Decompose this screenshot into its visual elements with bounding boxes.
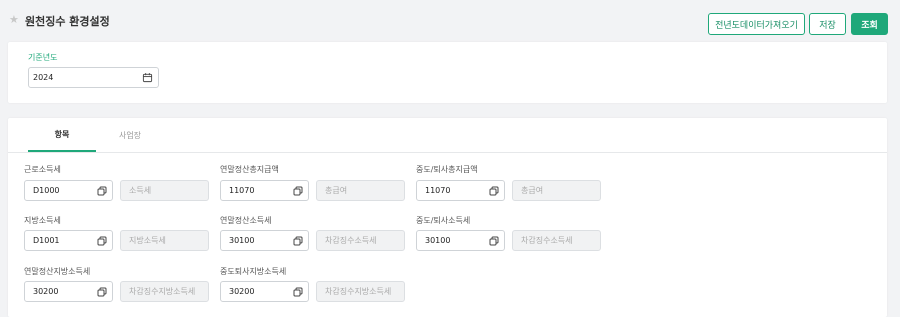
code-value: 30200 bbox=[229, 287, 255, 296]
copy-icon[interactable] bbox=[293, 236, 303, 246]
field-label-local-income-tax: 지방소득세 bbox=[24, 216, 61, 225]
code-value: 11070 bbox=[425, 186, 451, 195]
code-input-yearend-total-pay[interactable]: 11070 bbox=[220, 180, 309, 201]
code-input-yearend-local-income-tax[interactable]: 30200 bbox=[24, 281, 113, 302]
name-input-local-income-tax: 지방소득세 bbox=[120, 230, 209, 251]
copy-icon[interactable] bbox=[97, 186, 107, 196]
page-header: ★ 원천징수 환경설정 전년도데이터가져오기 저장 조회 bbox=[0, 0, 900, 42]
copy-icon[interactable] bbox=[97, 287, 107, 297]
code-value: 30200 bbox=[33, 287, 59, 296]
tab-workplace[interactable]: 사업장 bbox=[96, 118, 164, 152]
year-date-input[interactable]: 2024 bbox=[28, 67, 159, 88]
copy-icon[interactable] bbox=[293, 287, 303, 297]
code-value: D1000 bbox=[33, 186, 60, 195]
name-input-yearend-local-income-tax: 차감징수지방소득세 bbox=[120, 281, 209, 302]
search-button[interactable]: 조회 bbox=[851, 13, 888, 35]
field-label-earned-income-tax: 근로소득세 bbox=[24, 165, 61, 174]
save-button[interactable]: 저장 bbox=[809, 13, 846, 35]
field-label-midterm-local-income-tax: 중도퇴사지방소득세 bbox=[220, 267, 287, 276]
field-label-midterm-income-tax: 중도/퇴사소득세 bbox=[416, 216, 471, 225]
year-label: 기준년도 bbox=[28, 53, 58, 62]
code-input-midterm-local-income-tax[interactable]: 30200 bbox=[220, 281, 309, 302]
name-input-midterm-total-pay: 총급여 bbox=[512, 180, 601, 201]
field-label-midterm-total-pay: 중도/퇴사총지급액 bbox=[416, 165, 478, 174]
year-value: 2024 bbox=[33, 73, 54, 82]
field-label-yearend-total-pay: 연말정산총지급액 bbox=[220, 165, 279, 174]
calendar-icon[interactable] bbox=[142, 72, 153, 83]
code-value: D1001 bbox=[33, 236, 60, 245]
copy-icon[interactable] bbox=[489, 186, 499, 196]
page-title: 원천징수 환경설정 bbox=[25, 15, 110, 28]
code-value: 30100 bbox=[425, 236, 451, 245]
tab-divider bbox=[8, 152, 887, 153]
copy-icon[interactable] bbox=[489, 236, 499, 246]
copy-icon[interactable] bbox=[293, 186, 303, 196]
name-input-midterm-income-tax: 차감징수소득세 bbox=[512, 230, 601, 251]
code-input-midterm-income-tax[interactable]: 30100 bbox=[416, 230, 505, 251]
code-input-earned-income-tax[interactable]: D1000 bbox=[24, 180, 113, 201]
name-input-midterm-local-income-tax: 차감징수지방소득세 bbox=[316, 281, 405, 302]
code-input-yearend-income-tax[interactable]: 30100 bbox=[220, 230, 309, 251]
name-input-earned-income-tax: 소득세 bbox=[120, 180, 209, 201]
name-input-yearend-income-tax: 차감징수소득세 bbox=[316, 230, 405, 251]
code-value: 11070 bbox=[229, 186, 255, 195]
code-input-local-income-tax[interactable]: D1001 bbox=[24, 230, 113, 251]
code-input-midterm-total-pay[interactable]: 11070 bbox=[416, 180, 505, 201]
name-input-yearend-total-pay: 총급여 bbox=[316, 180, 405, 201]
fetch-previous-year-button[interactable]: 전년도데이터가져오기 bbox=[708, 13, 805, 35]
tab-items[interactable]: 항목 bbox=[28, 118, 96, 152]
copy-icon[interactable] bbox=[97, 236, 107, 246]
star-icon[interactable]: ★ bbox=[9, 14, 20, 25]
field-label-yearend-local-income-tax: 연말정산지방소득세 bbox=[24, 267, 91, 276]
code-value: 30100 bbox=[229, 236, 255, 245]
field-label-yearend-income-tax: 연말정산소득세 bbox=[220, 216, 272, 225]
